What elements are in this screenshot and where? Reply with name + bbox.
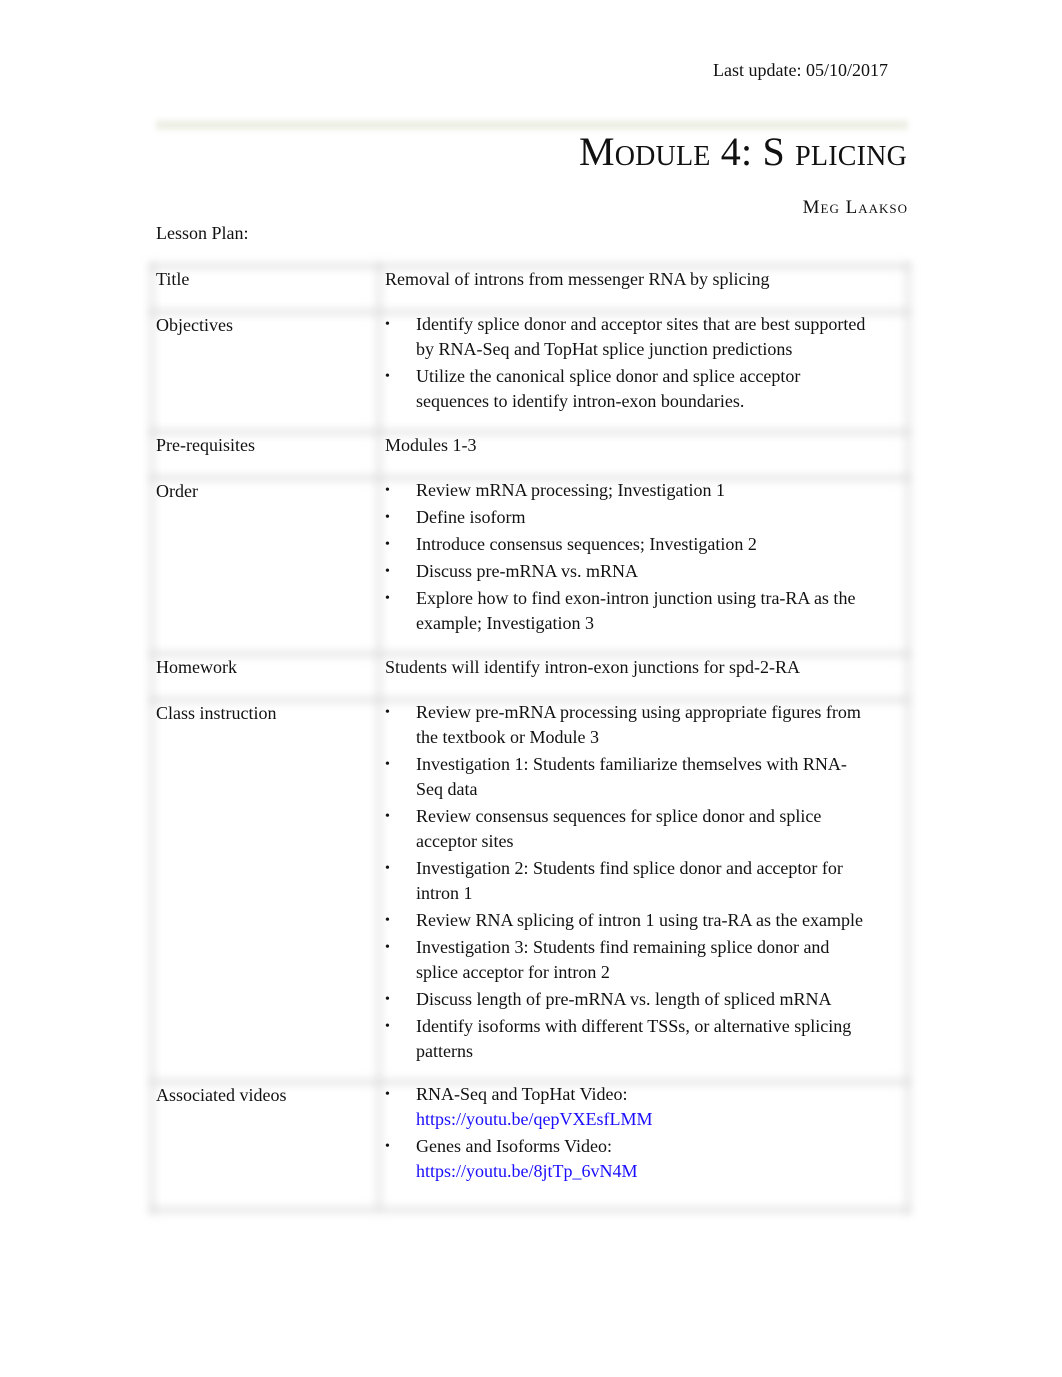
video-link-rnaseq-tophat[interactable]: https://youtu.be/qepVXEsfLMM (416, 1109, 653, 1129)
row-label: Homework (150, 650, 379, 696)
bullet-icon: • (385, 317, 390, 332)
bullet-icon: • (385, 483, 390, 498)
bullet-icon: • (385, 369, 390, 384)
table-row-associated-videos: Associated videos • RNA-Seq and TopHat V… (150, 1078, 910, 1210)
table-row-prerequisites: Pre-requisites Modules 1-3 (150, 428, 910, 474)
bullet-icon: • (385, 1087, 390, 1102)
list-item: • Discuss pre-mRNA vs. mRNA (385, 559, 870, 584)
bullet-icon: • (385, 757, 390, 772)
bullet-icon: • (385, 940, 390, 955)
last-update: Last update: 05/10/2017 (713, 60, 888, 80)
bullet-icon: • (385, 992, 390, 1007)
bullet-icon: • (385, 537, 390, 552)
list-item: • Review consensus sequences for splice d… (385, 806, 822, 851)
bullet-icon: • (385, 705, 390, 720)
video-label: Genes and Isoforms Video: (416, 1136, 613, 1156)
objectives-list: • Identify splice donor and acceptor site… (385, 312, 870, 428)
videos-list: • RNA-Seq and TopHat Video: https://yout… (385, 1082, 870, 1210)
lesson-plan-label: Lesson Plan: (156, 223, 249, 243)
row-value: Modules 1-3 (385, 435, 477, 455)
bullet-icon: • (385, 1019, 390, 1034)
list-item: • Genes and Isoforms Video: https://yout… (385, 1134, 870, 1184)
bullet-icon: • (385, 564, 390, 579)
bullet-icon: • (385, 1139, 390, 1154)
list-item: • Discuss length of pre-mRNA vs. length o… (385, 987, 870, 1012)
list-item: • Review RNA splicing of intron 1 using t… (385, 908, 870, 933)
list-item: • Review pre-mRNA processing using approp… (385, 702, 861, 747)
table-row-homework: Homework Students will identify intron-e… (150, 650, 910, 696)
video-label: RNA-Seq and TopHat Video: (416, 1084, 628, 1104)
table-row-class-instruction: Class instruction • Review pre-mRNA proce… (150, 696, 910, 1078)
row-label: Associated videos (150, 1078, 379, 1210)
table-row-order: Order • Review mRNA processing; Investiga… (150, 474, 910, 650)
bullet-icon: • (385, 861, 390, 876)
module-title: Module 4: S plicing (578, 129, 907, 174)
row-label: Order (150, 474, 379, 650)
list-item: • Investigation 2: Students find splice d… (385, 858, 843, 903)
list-item: • Define isoform (385, 505, 870, 530)
row-label: Pre-requisites (150, 428, 379, 474)
list-item: • RNA-Seq and TopHat Video: https://yout… (385, 1082, 870, 1132)
table-row-objectives: Objectives • Identify splice donor and ac… (150, 308, 910, 428)
video-link-genes-isoforms[interactable]: https://youtu.be/8jtTp_6vN4M (416, 1161, 638, 1181)
row-label: Objectives (150, 308, 379, 428)
list-item: • Investigation 3: Students find remainin… (385, 937, 830, 982)
bullet-icon: • (385, 510, 390, 525)
row-value: Removal of introns from messenger RNA by… (385, 269, 770, 289)
list-item: • Review mRNA processing; Investigation 1 (385, 478, 870, 503)
list-item: • Identify splice donor and acceptor site… (385, 314, 866, 359)
bullet-icon: • (385, 809, 390, 824)
list-item: • Identify isoforms with different TSSs, … (385, 1016, 852, 1061)
class-instruction-list: • Review pre-mRNA processing using approp… (385, 700, 870, 1078)
order-list: • Review mRNA processing; Investigation 1… (385, 478, 870, 650)
row-value: Students will identify intron-exon junct… (385, 657, 800, 677)
bullet-icon: • (385, 913, 390, 928)
list-item: • Explore how to find exon-intron junctio… (385, 588, 856, 633)
table-row-title: Title Removal of introns from messenger … (150, 262, 910, 308)
row-label: Class instruction (150, 696, 379, 1078)
lesson-plan-table: Title Removal of introns from messenger … (150, 262, 910, 1210)
bullet-icon: • (385, 591, 390, 606)
author: Meg Laakso (802, 197, 908, 218)
row-label: Title (150, 262, 379, 308)
list-item: • Introduce consensus sequences; Investig… (385, 532, 870, 557)
list-item: • Investigation 1: Students familiarize t… (385, 754, 847, 799)
list-item: • Utilize the canonical splice donor and … (385, 366, 801, 411)
